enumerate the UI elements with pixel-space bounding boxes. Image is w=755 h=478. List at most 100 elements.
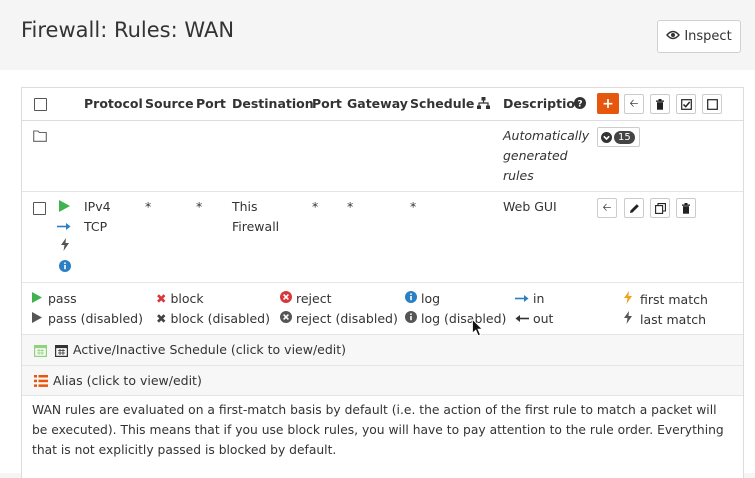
header-source[interactable]: Source (145, 96, 194, 111)
rule-protocol-line-2: TCP (84, 219, 108, 234)
legend-block-disabled-label: block (disabled) (170, 311, 270, 326)
page-header: Firewall: Rules: WAN Inspect (0, 0, 755, 71)
times-disabled-icon: ✖ (156, 311, 167, 326)
rules-panel: Protocol Source Port Destination Port Ga… (0, 70, 755, 478)
info-icon[interactable] (59, 260, 71, 276)
match-bolt-icon (61, 238, 69, 255)
rule-destination-line-1: This (232, 199, 258, 214)
header-protocol[interactable]: Protocol (84, 96, 143, 111)
rule-destination-line-2: Firewall (232, 219, 280, 234)
legend-reject-disabled-label: reject (disabled) (295, 311, 398, 326)
legend-block-disabled: ✖ block (disabled) (156, 311, 270, 326)
header-schedule[interactable]: Schedule (410, 96, 474, 111)
page-title: Firewall: Rules: WAN (21, 18, 235, 42)
arrow-right-icon (515, 295, 529, 302)
inspect-button[interactable]: Inspect (657, 20, 741, 53)
header-divider (22, 120, 743, 121)
legend-reject-disabled: reject (disabled) (280, 311, 398, 326)
rule-gateway: * (347, 199, 354, 214)
legend-last-match-label: last match (639, 312, 707, 327)
legend-block: ✖ block (156, 291, 204, 306)
header-destination[interactable]: Destination (232, 96, 314, 111)
auto-rules-count-badge: 15 (614, 130, 635, 144)
delete-selected-button[interactable] (650, 94, 670, 114)
folder-icon[interactable] (33, 130, 47, 146)
select-all-checkbox[interactable] (34, 98, 47, 111)
question-circle-icon[interactable]: ? (574, 97, 586, 113)
legend-reject-label: reject (295, 291, 332, 306)
rules-table: Protocol Source Port Destination Port Ga… (21, 87, 744, 478)
pass-icon (32, 292, 42, 303)
legend-log-label: log (420, 291, 441, 306)
bolt-dark-icon (624, 311, 632, 324)
legend-last-match: last match (624, 311, 706, 327)
direction-in-icon (57, 220, 71, 235)
rule-delete-button[interactable] (676, 198, 696, 218)
auto-rules-line-2: generated (503, 148, 568, 163)
legend-log: log (405, 291, 440, 306)
row-divider-2 (22, 282, 743, 283)
alias-legend-row: Alias (click to view/edit) (22, 365, 743, 396)
schedule-legend-label: Active/Inactive Schedule (click to view/… (73, 342, 347, 357)
legend-log-disabled-label: log (disabled) (420, 311, 507, 326)
calendar-icon (55, 345, 68, 357)
times-icon: ✖ (156, 291, 167, 306)
alias-legend-label: Alias (click to view/edit) (53, 373, 202, 388)
rule-source: * (145, 199, 152, 214)
legend-pass: pass (32, 291, 77, 306)
header-port[interactable]: Port (196, 96, 226, 111)
expand-auto-rules-button[interactable]: 15 (597, 127, 640, 147)
plus-icon: + (602, 95, 614, 112)
legend-reject: reject (280, 291, 331, 306)
schedule-legend-row: Active/Inactive Schedule (click to view/… (22, 334, 743, 365)
rule-description: Web GUI (503, 199, 557, 214)
arrow-left-icon (515, 315, 529, 322)
arrow-left-icon: 🡠 (602, 200, 612, 214)
svg-text:?: ? (577, 100, 582, 110)
rule-copy-button[interactable] (650, 198, 670, 218)
times-circle-icon (280, 291, 292, 303)
rule-select-checkbox[interactable] (33, 202, 46, 215)
pass-icon[interactable] (59, 200, 70, 216)
eye-icon (666, 29, 681, 44)
rule-source-port: * (196, 199, 203, 214)
rule-schedule: * (410, 199, 417, 214)
add-rule-button[interactable]: + (597, 93, 619, 114)
arrow-left-icon: 🡠 (629, 96, 639, 110)
header-description[interactable]: Description (503, 96, 584, 111)
rule-move-button[interactable]: 🡠 (597, 198, 617, 218)
sitemap-icon (477, 97, 490, 113)
pass-disabled-icon (32, 312, 42, 323)
header-dest-port[interactable]: Port (312, 96, 342, 111)
toggle-selected-button[interactable] (676, 94, 696, 114)
legend-pass-disabled: pass (disabled) (32, 311, 143, 326)
trash-icon (656, 98, 664, 110)
calendar-active-icon (34, 345, 47, 357)
info-icon (405, 291, 417, 303)
bolt-icon (624, 291, 632, 304)
rule-protocol-line-1: IPv4 (84, 199, 111, 214)
anchor-move-button[interactable]: 🡠 (624, 94, 644, 114)
legend-in: in (515, 291, 544, 306)
rule-edit-button[interactable] (624, 198, 644, 218)
legend-log-disabled: log (disabled) (405, 311, 506, 326)
chevron-circle-down-icon (601, 131, 612, 143)
header-gateway[interactable]: Gateway (347, 96, 408, 111)
legend-out: out (515, 311, 553, 326)
legend-pass-disabled-label: pass (disabled) (47, 311, 143, 326)
copy-icon (654, 202, 666, 214)
legend-out-label: out (532, 311, 554, 326)
legend-in-label: in (532, 291, 545, 306)
select-none-button[interactable] (702, 94, 722, 114)
info-disabled-icon (405, 311, 417, 323)
note-divider (22, 395, 743, 396)
square-icon (706, 98, 718, 110)
legend-block-label: block (170, 291, 204, 306)
times-circle-disabled-icon (280, 311, 292, 323)
legend-first-match-label: first match (639, 292, 708, 307)
row-divider-1 (22, 191, 743, 192)
pencil-icon (629, 203, 639, 213)
legend-first-match: first match (624, 291, 708, 307)
auto-rules-line-1: Automatically (503, 128, 590, 143)
legend-pass-label: pass (47, 291, 77, 306)
